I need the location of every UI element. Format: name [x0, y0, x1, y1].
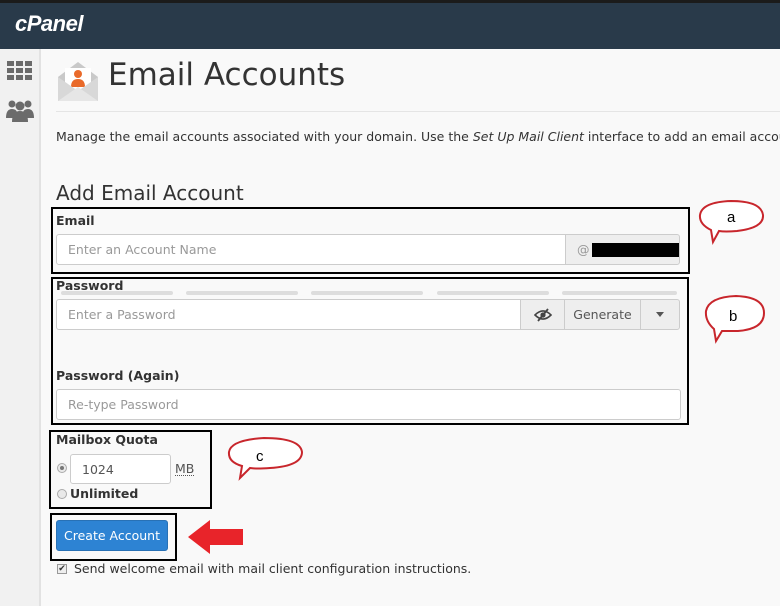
annotation-bubble-c: c: [227, 436, 304, 481]
page-title: Email Accounts: [108, 57, 346, 93]
description-text-end: interface to add an email account to you: [587, 129, 780, 144]
bubble-b-text: b: [729, 308, 737, 325]
top-bar: cPanel: [0, 0, 780, 49]
set-up-mail-client-link[interactable]: Set Up Mail Client: [473, 129, 584, 144]
sidebar: [0, 49, 41, 606]
annotation-bubble-a: a: [698, 199, 765, 246]
bubble-c-text: c: [256, 448, 264, 465]
annotation-box-create: [50, 513, 177, 561]
welcome-email-label[interactable]: Send welcome email with mail client conf…: [74, 561, 471, 576]
cpanel-logo[interactable]: cPanel: [15, 11, 83, 37]
red-arrow-icon: [188, 520, 243, 554]
annotation-box-password: [51, 277, 689, 425]
annotation-box-email: [51, 207, 690, 274]
grid-icon[interactable]: [6, 59, 34, 85]
description-text: Manage the email accounts associated wit…: [56, 129, 473, 144]
users-icon[interactable]: [6, 98, 34, 124]
annotation-bubble-b: b: [704, 294, 766, 344]
bubble-a-text: a: [727, 209, 736, 226]
section-title: Add Email Account: [56, 181, 244, 205]
title-divider: [56, 111, 780, 112]
annotation-box-quota: [49, 430, 212, 509]
welcome-email-checkbox[interactable]: ✔: [57, 564, 67, 574]
page-description: Manage the email accounts associated wit…: [56, 129, 780, 144]
email-accounts-icon: [58, 62, 98, 101]
